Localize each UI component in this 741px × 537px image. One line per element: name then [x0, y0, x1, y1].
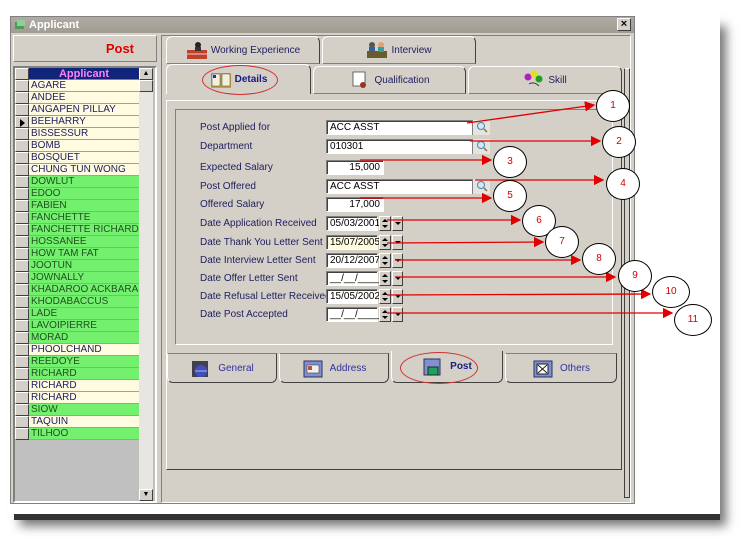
- callout-9: 9: [618, 260, 652, 292]
- arrow-7: [386, 236, 545, 248]
- callout-4: 4: [606, 168, 640, 200]
- callout-7: 7: [545, 226, 579, 258]
- callout-8: 8: [582, 243, 616, 275]
- callout-2: 2: [602, 126, 636, 158]
- callout-1: 1: [596, 90, 630, 122]
- arrow-10: [386, 288, 652, 300]
- callout-10: 10: [652, 276, 690, 308]
- callout-3: 3: [493, 146, 527, 178]
- callout-11: 11: [674, 304, 712, 336]
- arrow-1: [466, 101, 596, 124]
- callout-5: 5: [493, 180, 527, 212]
